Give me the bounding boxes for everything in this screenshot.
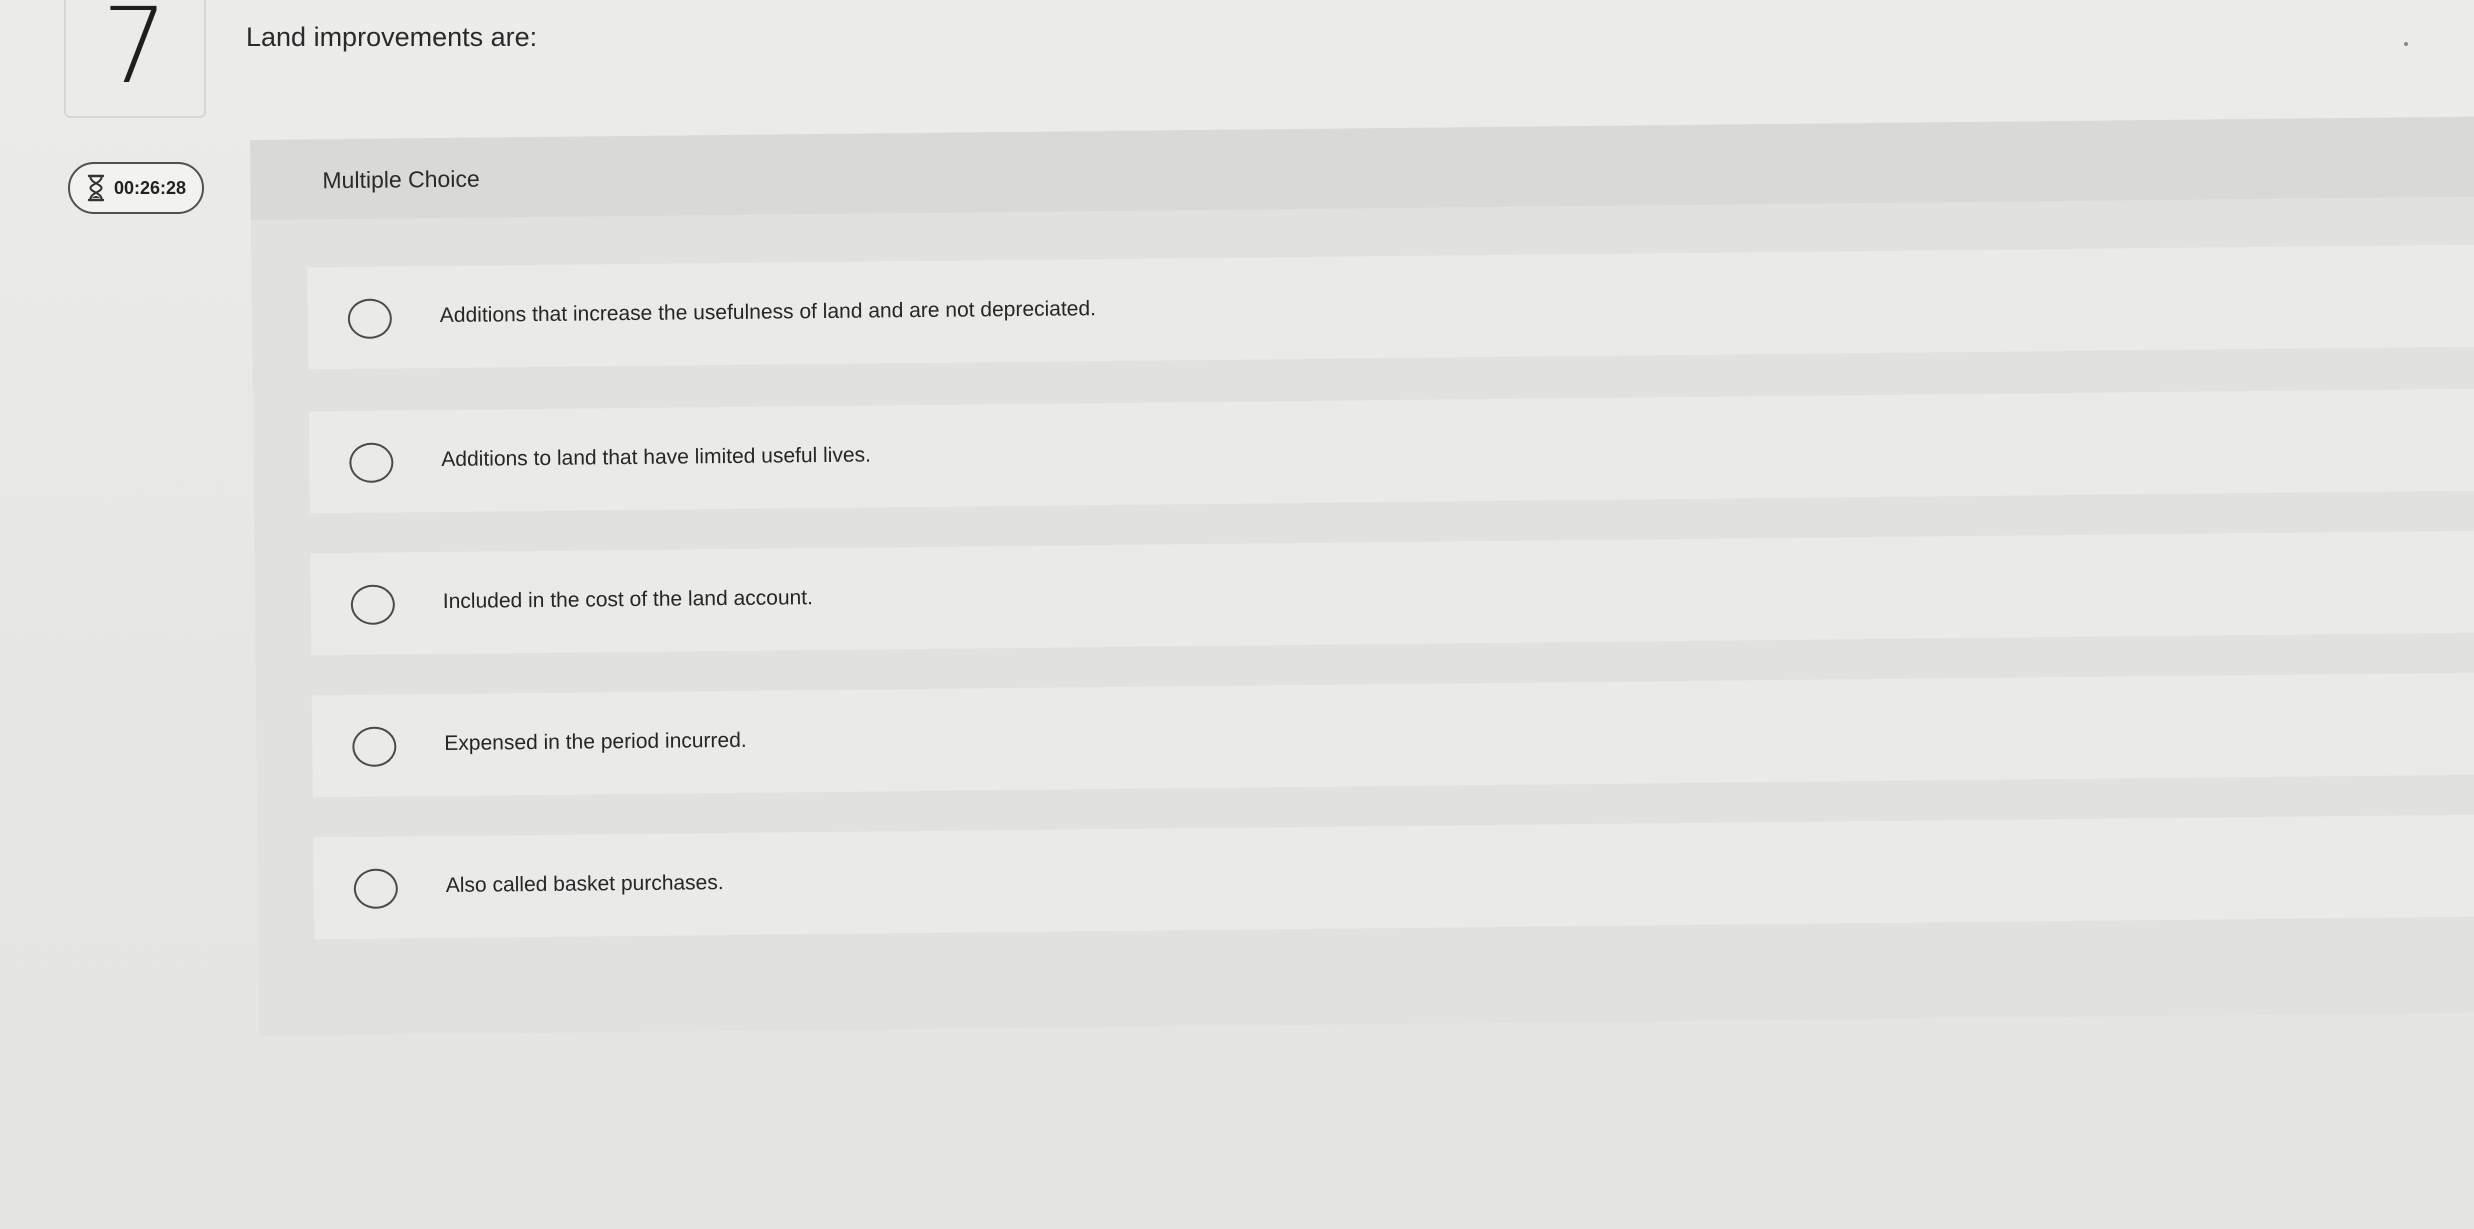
answer-option[interactable]: Included in the cost of the land account… [310, 530, 2474, 656]
answer-option-label[interactable]: Expensed in the period incurred. [444, 729, 747, 756]
screen-speck [2404, 42, 2408, 46]
panel-header: Multiple Choice [250, 116, 2474, 220]
radio-button[interactable] [349, 442, 394, 483]
hourglass-icon [87, 174, 105, 202]
radio-button[interactable] [350, 584, 396, 625]
question-type-label: Multiple Choice [322, 165, 480, 194]
answer-option-label[interactable]: Included in the cost of the land account… [443, 586, 813, 614]
timer-value: 00:26:28 [113, 177, 187, 198]
answer-option[interactable]: Additions that increase the usefulness o… [307, 244, 2474, 370]
question-number: 7 [101, 0, 169, 107]
radio-button[interactable] [352, 726, 397, 767]
answer-option[interactable]: Expensed in the period incurred. [311, 672, 2474, 798]
answer-option-label[interactable]: Also called basket purchases. [446, 871, 724, 898]
question-prompt: Land improvements are: [246, 22, 538, 52]
answer-option[interactable]: Additions to land that have limited usef… [308, 388, 2474, 514]
question-number-box: 7 [64, 0, 206, 118]
radio-button[interactable] [347, 298, 393, 339]
answer-option[interactable]: Also called basket purchases. [313, 814, 2474, 940]
timer[interactable]: 00:26:28 [68, 162, 204, 214]
answer-option-label[interactable]: Additions to land that have limited usef… [441, 444, 871, 472]
question-panel: Multiple Choice Additions that increase … [250, 116, 2474, 1036]
radio-button[interactable] [353, 868, 399, 909]
answer-option-label[interactable]: Additions that increase the usefulness o… [440, 297, 1096, 328]
